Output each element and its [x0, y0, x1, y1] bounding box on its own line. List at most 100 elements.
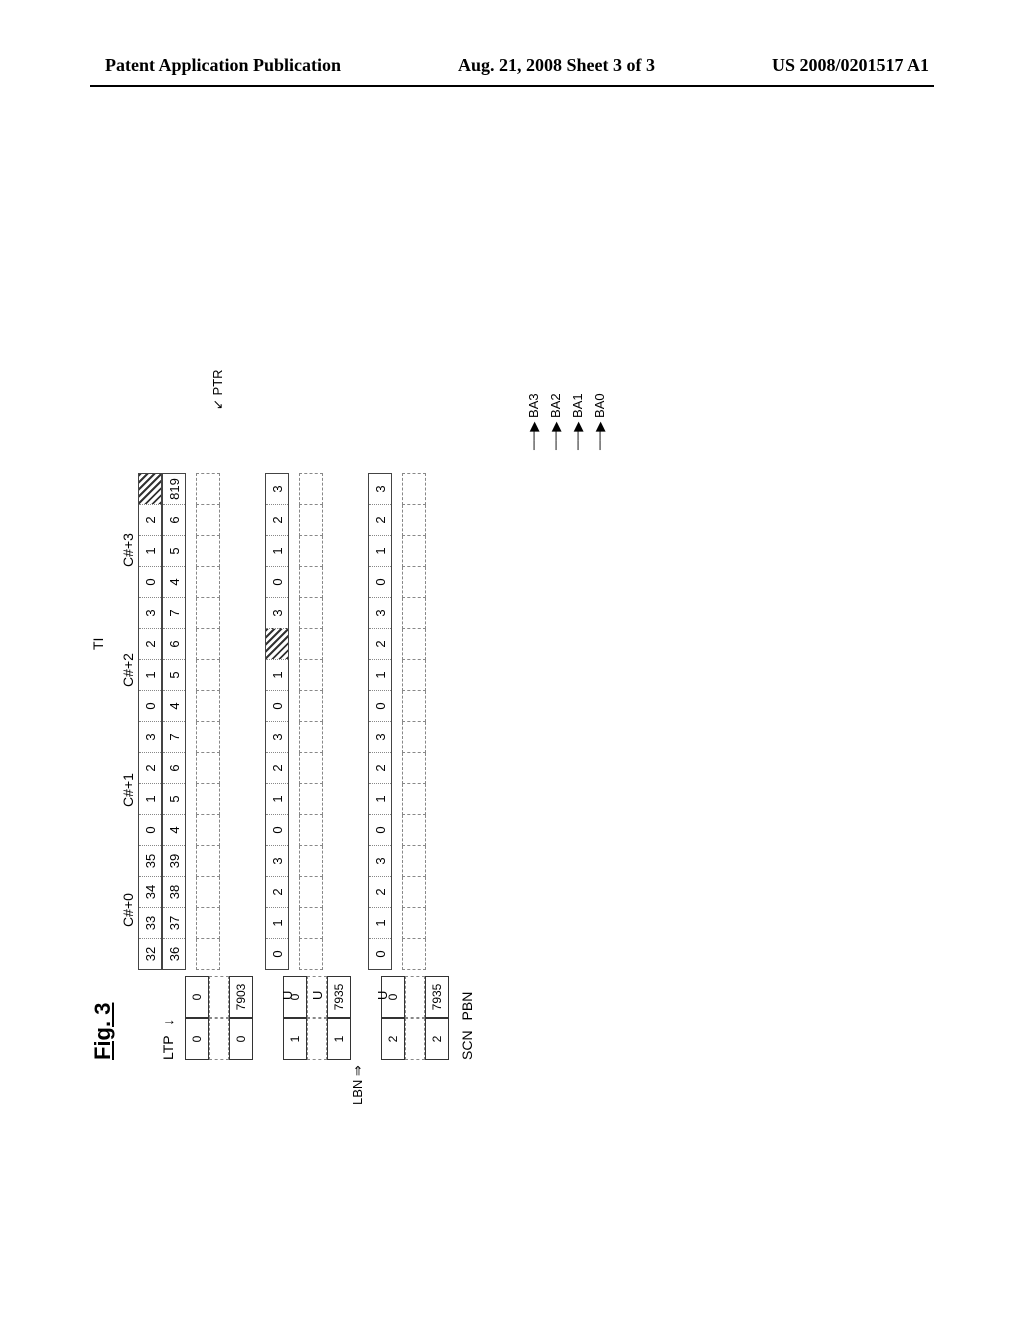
- lbn-arrow-icon: ⇒: [350, 1065, 365, 1076]
- cell: 0: [369, 938, 391, 969]
- cell: 3: [266, 845, 288, 876]
- dash-cell: [299, 877, 323, 908]
- table-row: 1 0: [283, 976, 307, 1060]
- ba3: BA3: [526, 393, 541, 418]
- cell: 3: [369, 474, 391, 504]
- chip-header: C#+3: [120, 490, 138, 610]
- table-gap: [405, 976, 425, 1018]
- cell: 5: [163, 783, 185, 814]
- figure-label: Fig. 3: [90, 1003, 116, 1060]
- table-gap: [209, 976, 229, 1018]
- cell: 0: [369, 566, 391, 597]
- cell: 33: [139, 907, 161, 938]
- data-row: 0123012301230123: [368, 473, 392, 970]
- dash-cell: [196, 660, 220, 691]
- cell: 34: [139, 876, 161, 907]
- table-gap: [307, 1018, 327, 1060]
- column-labels: SCN PBN: [459, 976, 475, 1060]
- ba-item: ──▶ BA0: [592, 393, 608, 450]
- cell: 7: [163, 721, 185, 752]
- dash-cell: [196, 846, 220, 877]
- table-row: 2 0: [381, 976, 405, 1060]
- cell: 1: [266, 659, 288, 690]
- dash-cell: [402, 660, 426, 691]
- cell: 6: [163, 628, 185, 659]
- dashed-row: [299, 473, 323, 970]
- cell: 1: [266, 907, 288, 938]
- table-row: 0 7903: [229, 976, 253, 1060]
- dash-cell: [299, 567, 323, 598]
- table-gap: [209, 1018, 229, 1060]
- block-set: 012301230130123 U: [265, 473, 323, 970]
- cell: 36: [163, 938, 185, 969]
- data-row: 012301230130123: [265, 473, 289, 970]
- figure-3: Fig. 3 LTP ↓ TI 0 0 0 7903 1 0 1 7935 2 …: [90, 360, 990, 1060]
- cell: 1: [266, 535, 288, 566]
- cell: 39: [163, 845, 185, 876]
- dash-cell: [299, 784, 323, 815]
- chip-header: C#+0: [120, 850, 138, 970]
- cell: 2: [139, 628, 161, 659]
- ti-text: TI: [90, 638, 106, 650]
- header-left: Patent Application Publication: [105, 55, 341, 76]
- dash-cell: [196, 815, 220, 846]
- cell: 3: [369, 597, 391, 628]
- cell: 1: [369, 535, 391, 566]
- u-label: U: [280, 991, 295, 1000]
- ba2: BA2: [548, 393, 563, 418]
- scn-pbn-table: 0 0 0 7903 1 0 1 7935 2 0 2 7935 SCN: [185, 976, 475, 1060]
- dash-cell: [196, 598, 220, 629]
- cell: 4: [163, 814, 185, 845]
- ptr-text: PTR: [210, 369, 225, 395]
- cell: 0: [139, 566, 161, 597]
- ltp-arrow-icon: ↓: [160, 1019, 176, 1026]
- ba0: BA0: [592, 393, 607, 418]
- dash-cell: [299, 753, 323, 784]
- cell: 0: [266, 938, 288, 969]
- ptr-label: ↙ PTR: [210, 369, 226, 410]
- cell: 0: [139, 814, 161, 845]
- cell: 0: [266, 690, 288, 721]
- hatched-cell: [139, 474, 161, 504]
- table-cell: 0: [185, 976, 209, 1018]
- dash-cell: [299, 815, 323, 846]
- dash-cell: [196, 939, 220, 970]
- scn-label: SCN: [459, 1030, 475, 1060]
- cell: 5: [163, 659, 185, 690]
- cell: 0: [266, 566, 288, 597]
- table-gap: [405, 1018, 425, 1060]
- dash-cell: [402, 815, 426, 846]
- dash-cell: [299, 691, 323, 722]
- cell: 3: [266, 721, 288, 752]
- table-row: 2 7935: [425, 976, 449, 1060]
- table-cell: 2: [381, 1018, 405, 1060]
- hatched-cell: [266, 628, 288, 659]
- lbn-label: LBN ⇒: [350, 1065, 366, 1105]
- cell: 37: [163, 907, 185, 938]
- cell: 1: [139, 783, 161, 814]
- cell: 2: [266, 876, 288, 907]
- cell: 6: [163, 504, 185, 535]
- dash-cell: [402, 567, 426, 598]
- dash-cell: [196, 536, 220, 567]
- header-rule: [90, 85, 934, 87]
- cell: 32: [139, 938, 161, 969]
- cell: 2: [369, 504, 391, 535]
- table-cell: 7935: [327, 976, 351, 1018]
- dash-cell: [299, 939, 323, 970]
- dash-cell: [196, 473, 220, 505]
- dashed-row: [196, 473, 220, 970]
- dash-cell: [299, 598, 323, 629]
- dash-cell: [299, 908, 323, 939]
- cell: 0: [139, 690, 161, 721]
- table-cell: 7935: [425, 976, 449, 1018]
- cell: 2: [369, 752, 391, 783]
- cell: 4: [163, 690, 185, 721]
- dash-cell: [299, 505, 323, 536]
- dash-cell: [299, 722, 323, 753]
- ba-item: ──▶ BA2: [548, 393, 564, 450]
- cell: 6: [163, 752, 185, 783]
- pbn-label: PBN: [459, 992, 475, 1021]
- dash-cell: [299, 846, 323, 877]
- cell: 35: [139, 845, 161, 876]
